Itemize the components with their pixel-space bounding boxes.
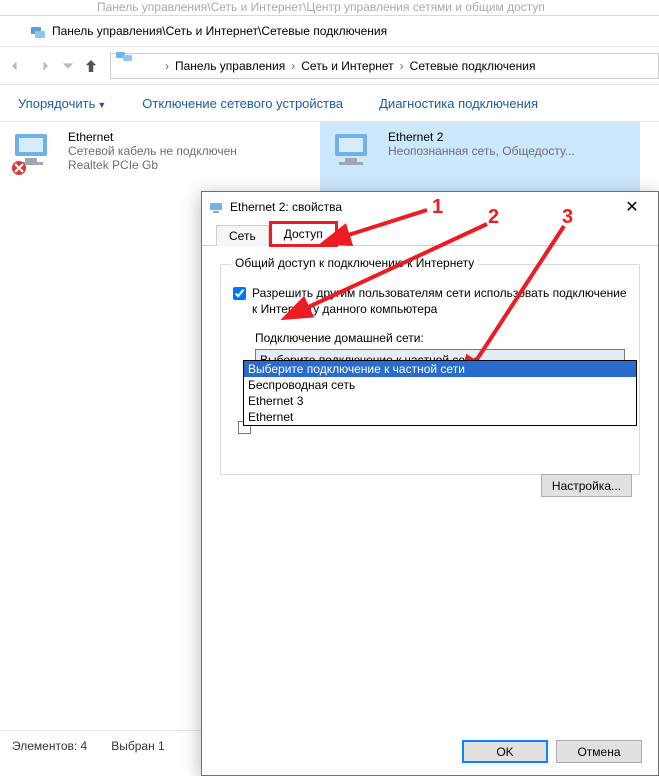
up-button[interactable] (76, 51, 106, 81)
recent-dropdown[interactable] (60, 51, 76, 81)
tab-strip: Сеть Доступ (202, 222, 658, 246)
window-title: Панель управления\Сеть и Интернет\Сетевы… (0, 16, 659, 46)
groupbox-legend: Общий доступ к подключению к Интернету (231, 256, 478, 270)
connection-item-ethernet[interactable]: Ethernet Сетевой кабель не подключен Rea… (0, 122, 320, 202)
location-icon (115, 48, 157, 84)
network-adapter-icon (6, 130, 64, 178)
allow-sharing-checkbox[interactable] (233, 287, 246, 300)
forward-button[interactable] (30, 51, 60, 81)
sharing-tab-panel: Общий доступ к подключению к Интернету Р… (202, 246, 658, 731)
dropdown-option[interactable]: Ethernet (244, 409, 636, 425)
background-window-title: Панель управления\Сеть и Интернет\Центр … (0, 0, 659, 16)
settings-button[interactable]: Настройка... (541, 474, 632, 497)
breadcrumb-network[interactable]: Сеть и Интернет (297, 59, 397, 73)
home-network-label: Подключение домашней сети: (255, 331, 627, 345)
explorer-toolbar: Упорядочить▼ Отключение сетевого устройс… (0, 84, 659, 122)
dialog-button-row: OK Отмена (462, 740, 642, 763)
address-bar[interactable]: › Панель управления › Сеть и Интернет › … (110, 53, 659, 79)
breadcrumb-control-panel[interactable]: Панель управления (171, 59, 289, 73)
connections-list: Ethernet Сетевой кабель не подключен Rea… (0, 122, 659, 202)
dialog-title-text: Ethernet 2: свойства (230, 200, 612, 214)
connection-status: Неопознанная сеть, Общедосту... (388, 144, 634, 158)
organize-menu[interactable]: Упорядочить▼ (0, 90, 124, 117)
status-element-count: Элементов: 4 (12, 739, 87, 753)
chevron-right-icon: › (289, 59, 297, 73)
connection-device: Realtek PCIe Gb (68, 158, 314, 172)
ics-groupbox: Общий доступ к подключению к Интернету Р… (220, 264, 640, 475)
disable-device-button[interactable]: Отключение сетевого устройства (124, 90, 361, 117)
dropdown-option[interactable]: Выберите подключение к частной сети (244, 361, 636, 377)
properties-dialog: Ethernet 2: свойства ✕ Сеть Доступ Общий… (201, 191, 659, 776)
dropdown-option[interactable]: Беспроводная сеть (244, 377, 636, 393)
back-button[interactable] (0, 51, 30, 81)
connection-item-ethernet2[interactable]: Ethernet 2 Неопознанная сеть, Общедосту.… (320, 122, 640, 202)
ok-button[interactable]: OK (462, 740, 548, 763)
tab-network[interactable]: Сеть (216, 225, 269, 246)
chevron-right-icon: › (398, 59, 406, 73)
connection-status: Сетевой кабель не подключен (68, 144, 314, 158)
connection-name: Ethernet 2 (388, 130, 634, 144)
allow-sharing-label: Разрешить другим пользователям сети испо… (252, 285, 627, 317)
connection-name: Ethernet (68, 130, 314, 144)
network-adapter-icon (326, 130, 384, 178)
close-icon: ✕ (625, 197, 638, 217)
nav-row: › Панель управления › Сеть и Интернет › … (0, 46, 659, 84)
breadcrumb-connections[interactable]: Сетевые подключения (406, 59, 540, 73)
home-network-dropdown-list: Выберите подключение к частной сети Бесп… (243, 360, 637, 426)
dropdown-option[interactable]: Ethernet 3 (244, 393, 636, 409)
chevron-right-icon: › (163, 59, 171, 73)
cancel-button[interactable]: Отмена (556, 740, 642, 763)
adapter-icon (208, 199, 224, 215)
diagnose-button[interactable]: Диагностика подключения (361, 90, 556, 117)
chevron-down-icon: ▼ (97, 100, 106, 110)
tab-sharing[interactable]: Доступ (271, 223, 336, 245)
network-folder-icon (30, 24, 46, 40)
close-button[interactable]: ✕ (612, 193, 652, 221)
status-selected-count: Выбран 1 (111, 739, 164, 753)
dialog-titlebar: Ethernet 2: свойства ✕ (202, 192, 658, 222)
